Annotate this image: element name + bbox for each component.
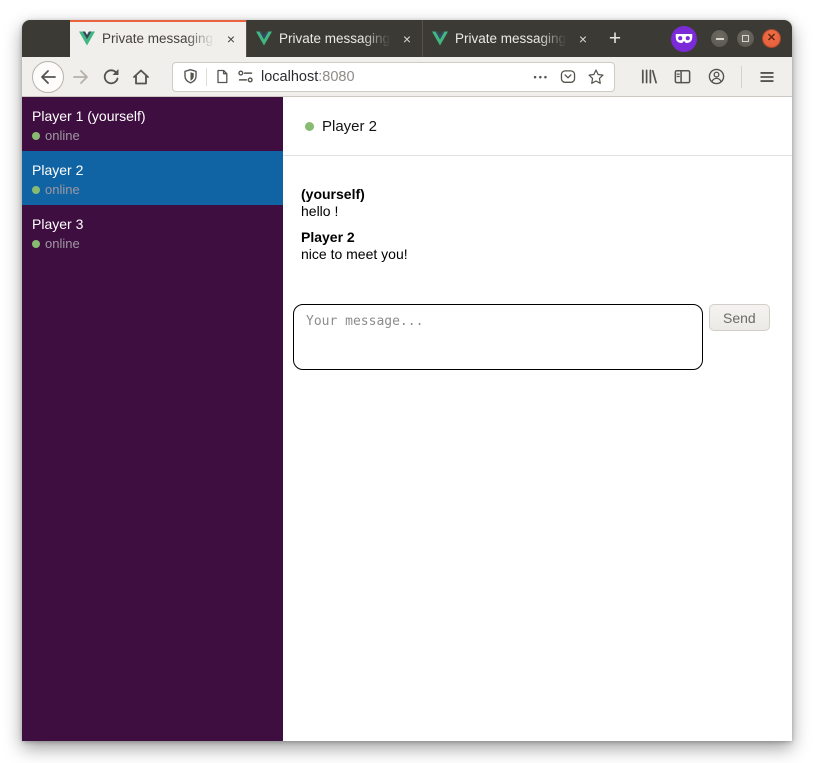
player-status: online	[32, 128, 273, 143]
maximize-icon	[742, 35, 749, 42]
page-actions-icon[interactable]: •••	[534, 72, 549, 82]
sidebar-item-player-1[interactable]: Player 1 (yourself) online	[22, 97, 283, 151]
urlbar-actions: •••	[534, 68, 605, 86]
tab-close-icon[interactable]: ×	[225, 30, 237, 48]
minimize-button[interactable]	[710, 29, 729, 48]
tab-private-messaging-2[interactable]: Private messaging ×	[246, 20, 422, 57]
tab-title: Private messaging	[102, 31, 218, 46]
message-item: Player 2 nice to meet you!	[301, 228, 792, 263]
tab-private-messaging-1[interactable]: Private messaging ×	[70, 20, 246, 57]
player-name: Player 1 (yourself)	[32, 107, 273, 126]
private-browsing-badge	[671, 26, 697, 52]
chat-panel: Player 2 (yourself) hello ! Player 2 nic…	[283, 97, 792, 741]
message-sender: (yourself)	[301, 185, 792, 203]
window-controls: ✕	[671, 20, 792, 57]
forward-button[interactable]	[66, 62, 96, 92]
bookmark-star-icon[interactable]	[587, 68, 605, 86]
account-icon[interactable]	[701, 62, 731, 92]
maximize-button[interactable]	[736, 29, 755, 48]
close-icon: ✕	[767, 33, 776, 44]
player-status: online	[32, 182, 273, 197]
player-name: Player 2	[32, 161, 273, 180]
sidebar-item-player-2[interactable]: Player 2 online	[22, 151, 283, 205]
players-sidebar: Player 1 (yourself) online Player 2 onli…	[22, 97, 283, 741]
close-window-button[interactable]: ✕	[762, 29, 781, 48]
url-input[interactable]: localhost:8080	[261, 69, 527, 85]
online-dot-icon	[305, 122, 314, 131]
tab-close-icon[interactable]: ×	[401, 30, 413, 48]
tab-bar: Private messaging × Private messaging × …	[22, 20, 792, 57]
status-label: online	[45, 182, 80, 197]
tab-close-icon[interactable]: ×	[577, 30, 589, 48]
message-input[interactable]	[293, 304, 703, 370]
tracking-protection-shield-icon[interactable]	[182, 68, 199, 85]
message-list: (yourself) hello ! Player 2 nice to meet…	[283, 156, 792, 271]
toolbar-right-icons	[633, 62, 782, 92]
player-status: online	[32, 236, 273, 251]
player-name: Player 3	[32, 215, 273, 234]
message-composer: Send	[283, 304, 792, 370]
browser-window: Private messaging × Private messaging × …	[22, 20, 792, 741]
home-button[interactable]	[126, 62, 156, 92]
message-sender: Player 2	[301, 228, 792, 246]
online-dot-icon	[32, 186, 40, 194]
navigation-toolbar: localhost:8080 •••	[22, 57, 792, 97]
vue-logo-icon	[432, 31, 448, 46]
private-mask-icon	[675, 33, 693, 44]
tabbar-drag-area	[22, 20, 70, 57]
chat-header: Player 2	[283, 97, 792, 156]
online-dot-icon	[32, 240, 40, 248]
sidebar-item-player-3[interactable]: Player 3 online	[22, 205, 283, 259]
url-host: localhost	[261, 69, 318, 85]
url-bar[interactable]: localhost:8080 •••	[172, 62, 615, 92]
tab-private-messaging-3[interactable]: Private messaging ×	[422, 20, 598, 57]
pocket-icon[interactable]	[559, 68, 577, 86]
reload-button[interactable]	[96, 62, 126, 92]
online-dot-icon	[32, 132, 40, 140]
tab-title: Private messaging	[455, 31, 570, 46]
urlbar-divider	[206, 68, 207, 86]
message-item: (yourself) hello !	[301, 185, 792, 220]
status-label: online	[45, 236, 80, 251]
sidebars-icon[interactable]	[667, 62, 697, 92]
page-content: Player 1 (yourself) online Player 2 onli…	[22, 97, 792, 741]
page-info-icon[interactable]	[214, 68, 230, 85]
tab-title: Private messaging	[279, 31, 394, 46]
vue-logo-icon	[79, 31, 95, 46]
back-button[interactable]	[32, 61, 64, 93]
message-text: nice to meet you!	[301, 246, 792, 263]
send-button[interactable]: Send	[709, 304, 770, 331]
library-icon[interactable]	[633, 62, 663, 92]
menu-hamburger-icon[interactable]	[752, 62, 782, 92]
site-permissions-icon[interactable]	[237, 69, 254, 84]
toolbar-divider	[741, 66, 742, 88]
new-tab-button[interactable]: +	[598, 20, 632, 57]
message-text: hello !	[301, 203, 792, 220]
status-label: online	[45, 128, 80, 143]
chat-header-name: Player 2	[322, 118, 377, 135]
vue-logo-icon	[256, 31, 272, 46]
url-port: :8080	[318, 69, 354, 85]
minimize-icon	[716, 38, 724, 40]
